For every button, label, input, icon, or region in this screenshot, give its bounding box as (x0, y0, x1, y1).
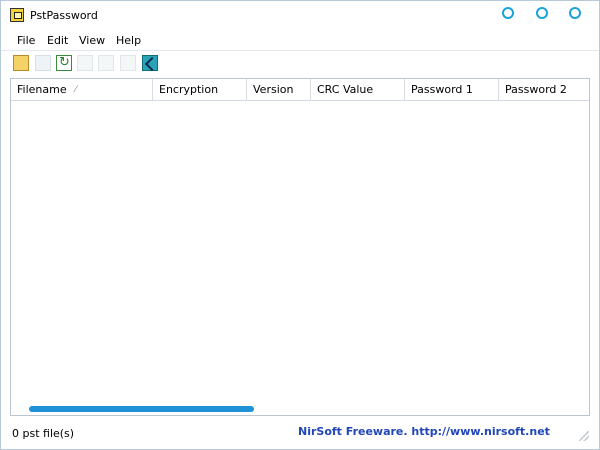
column-header-crc-value[interactable]: CRC Value (311, 79, 405, 100)
menu-file[interactable]: File (17, 34, 35, 47)
statusbar: 0 pst file(s) NirSoft Freeware. http://w… (1, 419, 599, 449)
exit-icon[interactable] (142, 55, 158, 71)
copy-icon[interactable] (77, 55, 93, 71)
maximize-button[interactable] (536, 7, 548, 19)
titlebar[interactable]: PstPassword (1, 1, 599, 31)
close-button[interactable] (569, 7, 581, 19)
toolbar (1, 51, 599, 75)
column-header-filename[interactable]: Filename ⁄ (11, 79, 153, 100)
column-header-row: Filename ⁄ Encryption Version CRC Value … (11, 79, 589, 101)
app-window: PstPassword File Edit View Help Filename… (0, 0, 600, 450)
horizontal-scrollbar-thumb[interactable] (29, 406, 254, 412)
column-header-password-2[interactable]: Password 2 (499, 79, 589, 100)
minimize-button[interactable] (502, 7, 514, 19)
results-listview[interactable]: Filename ⁄ Encryption Version CRC Value … (10, 78, 590, 416)
menu-help[interactable]: Help (116, 34, 141, 47)
menu-edit[interactable]: Edit (47, 34, 68, 47)
menubar: File Edit View Help (1, 31, 599, 51)
column-header-encryption[interactable]: Encryption (153, 79, 247, 100)
status-file-count: 0 pst file(s) (12, 427, 75, 440)
column-header-password-1[interactable]: Password 1 (405, 79, 499, 100)
status-nirsoft-link[interactable]: NirSoft Freeware. http://www.nirsoft.net (298, 425, 550, 438)
resize-grip-icon[interactable] (579, 431, 589, 441)
refresh-icon[interactable] (56, 55, 72, 71)
properties-icon[interactable] (98, 55, 114, 71)
window-title: PstPassword (30, 9, 98, 22)
find-icon[interactable] (120, 55, 136, 71)
menu-view[interactable]: View (79, 34, 105, 47)
open-folder-icon[interactable] (13, 55, 29, 71)
save-icon[interactable] (35, 55, 51, 71)
sort-arrow-icon: ⁄ (75, 85, 77, 95)
app-key-icon (10, 8, 24, 22)
column-header-version[interactable]: Version (247, 79, 311, 100)
column-header-label: Filename (17, 83, 67, 96)
